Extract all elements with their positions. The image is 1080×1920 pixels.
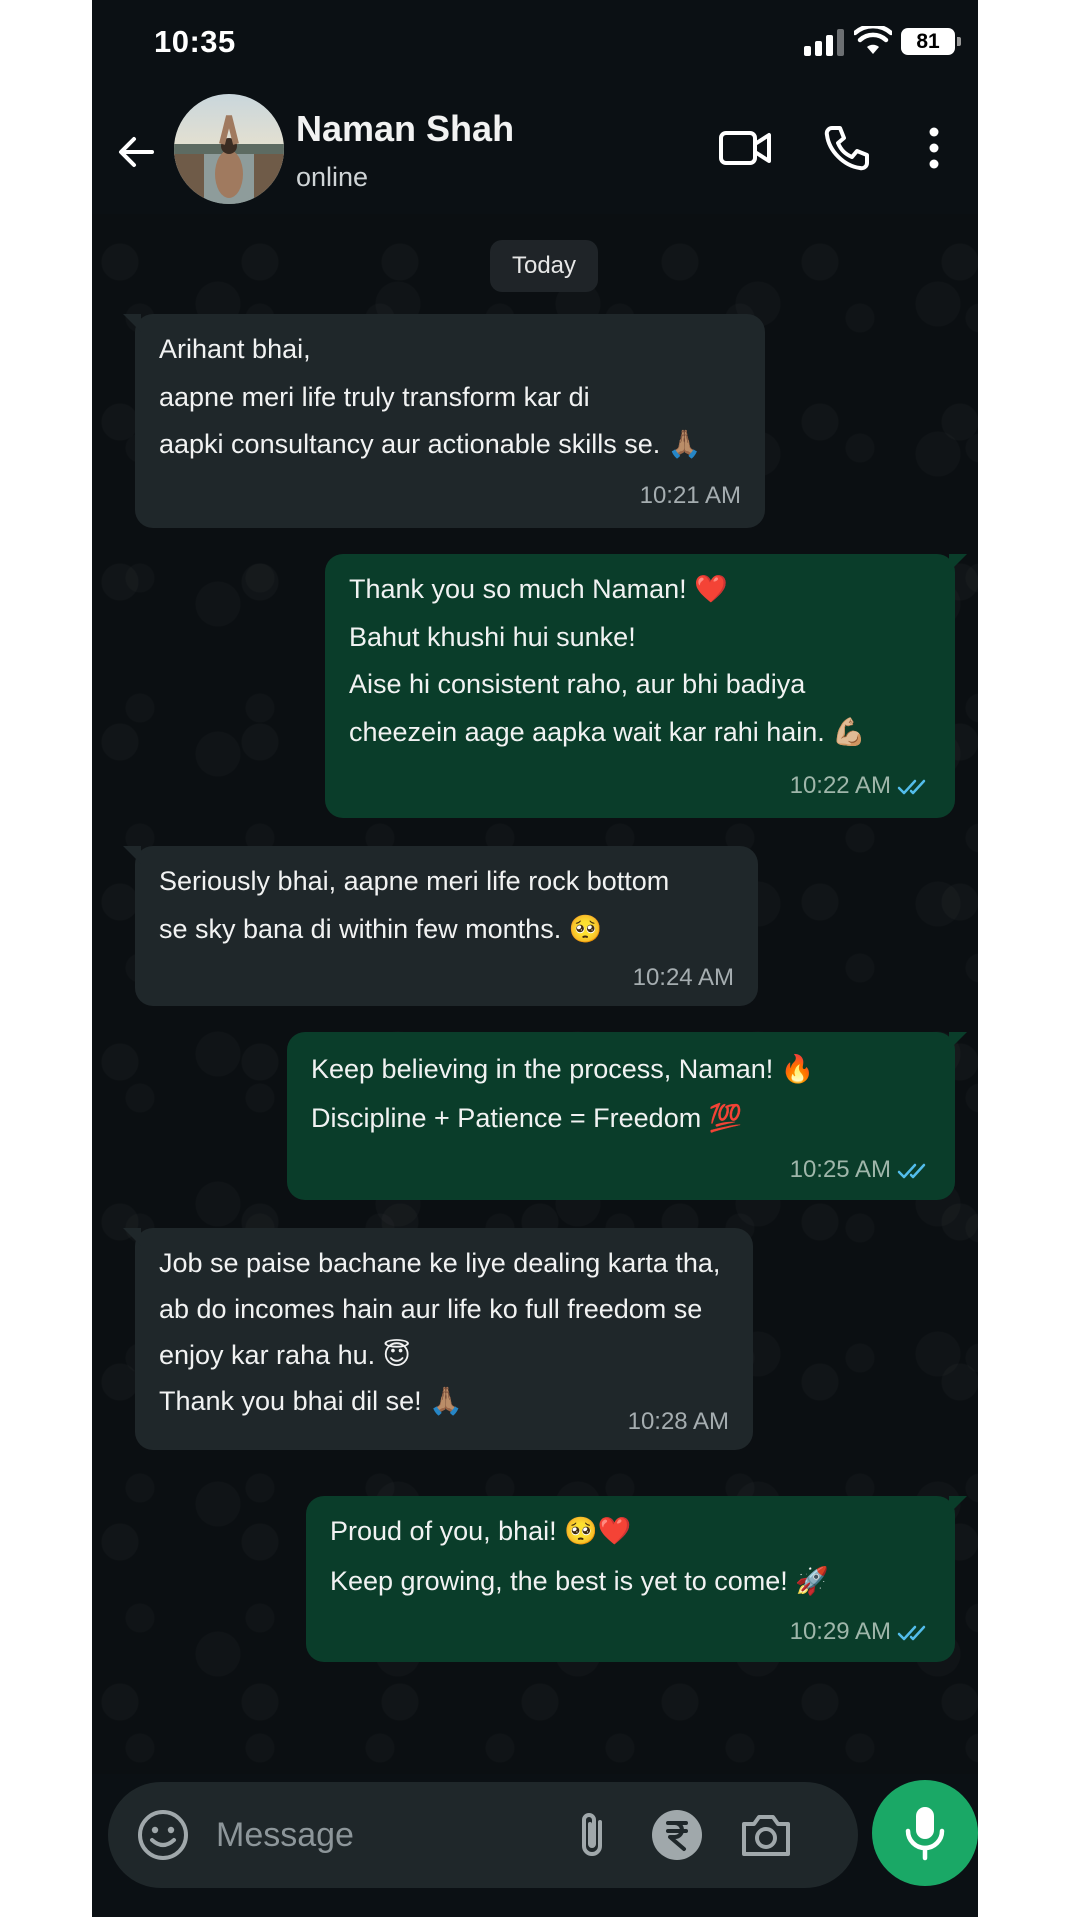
message-text: Proud of you, bhai! 🥺❤️ — [330, 1516, 632, 1546]
camera-icon[interactable] — [738, 1808, 794, 1862]
rupee-payment-icon[interactable] — [650, 1808, 704, 1862]
message-text: Keep believing in the process, Naman! 🔥 — [311, 1054, 815, 1084]
message-bubble-outgoing[interactable]: Keep believing in the process, Naman! 🔥 … — [287, 1032, 967, 1200]
message-time: 10:29 AM — [789, 1618, 891, 1645]
message-text: Arihant bhai, — [159, 334, 311, 364]
message-text: Job se paise bachane ke liye dealing kar… — [159, 1248, 721, 1278]
message-meta: 10:22 AM — [790, 772, 931, 800]
microphone-icon — [905, 1807, 945, 1861]
read-ticks-icon — [897, 1625, 926, 1640]
emoji-icon[interactable] — [136, 1808, 190, 1862]
message-text: cheezein aage aapka wait kar rahi hain. … — [349, 717, 866, 747]
message-text: se sky bana di within few months. 🥺 — [159, 914, 603, 944]
message-bubble-incoming[interactable]: Arihant bhai, aapne meri life truly tran… — [123, 314, 765, 528]
message-text: Thank you bhai dil se! 🙏🏽 — [159, 1386, 463, 1416]
status-bar: 10:35 81 — [92, 0, 978, 86]
attachment-icon[interactable] — [572, 1808, 612, 1862]
message-bubble-outgoing[interactable]: Thank you so much Naman! ❤️ Bahut khushi… — [325, 554, 967, 818]
avatar[interactable] — [174, 94, 284, 204]
message-bubble-incoming[interactable]: Seriously bhai, aapne meri life rock bot… — [123, 846, 758, 1006]
read-ticks-icon — [897, 1163, 926, 1178]
date-chip: Today — [490, 240, 598, 292]
message-input[interactable] — [216, 1804, 536, 1866]
message-text: enjoy kar raha hu. 😇 — [159, 1340, 411, 1370]
contact-status: online — [296, 162, 369, 192]
message-text: Discipline + Patience = Freedom 💯 — [311, 1103, 743, 1133]
more-options-icon[interactable] — [924, 124, 944, 172]
message-text: aapne meri life truly transform kar di — [159, 382, 590, 412]
status-time: 10:35 — [154, 24, 236, 59]
message-bubble-incoming[interactable]: Job se paise bachane ke liye dealing kar… — [123, 1228, 753, 1450]
message-time: 10:22 AM — [789, 772, 891, 799]
message-meta: 10:29 AM — [790, 1618, 931, 1646]
message-composer — [108, 1782, 858, 1888]
phone-icon[interactable] — [822, 124, 870, 172]
message-meta: 10:25 AM — [790, 1156, 931, 1184]
microphone-button[interactable] — [872, 1780, 978, 1886]
chat-area[interactable]: Today Arihant bhai, aapne meri life trul… — [92, 214, 978, 1774]
phone-screen: 10:35 81 Naman Shah online Today Arihant… — [92, 0, 978, 1917]
contact-name[interactable]: Naman Shah — [296, 108, 514, 150]
message-text: ab do incomes hain aur life ko full free… — [159, 1294, 703, 1324]
message-time: 10:24 AM — [632, 964, 734, 991]
message-text: aapki consultancy aur actionable skills … — [159, 429, 702, 459]
message-text: Bahut khushi hui sunke! — [349, 622, 636, 652]
message-text: Aise hi consistent raho, aur bhi badiya — [349, 669, 806, 699]
message-time: 10:21 AM — [639, 482, 741, 509]
back-arrow-icon[interactable] — [112, 128, 160, 176]
read-ticks-icon — [897, 779, 926, 794]
message-time: 10:28 AM — [627, 1408, 729, 1435]
message-text: Keep growing, the best is yet to come! 🚀 — [330, 1566, 829, 1596]
signal-icon — [804, 28, 848, 56]
message-bubble-outgoing[interactable]: Proud of you, bhai! 🥺❤️ Keep growing, th… — [306, 1496, 967, 1662]
chat-header: Naman Shah online — [92, 86, 978, 214]
wifi-icon — [854, 26, 892, 54]
message-text: Thank you so much Naman! ❤️ — [349, 574, 728, 604]
message-time: 10:25 AM — [789, 1156, 891, 1183]
message-text: Seriously bhai, aapne meri life rock bot… — [159, 866, 670, 896]
video-call-icon[interactable] — [718, 124, 772, 172]
battery-indicator: 81 — [901, 28, 961, 55]
